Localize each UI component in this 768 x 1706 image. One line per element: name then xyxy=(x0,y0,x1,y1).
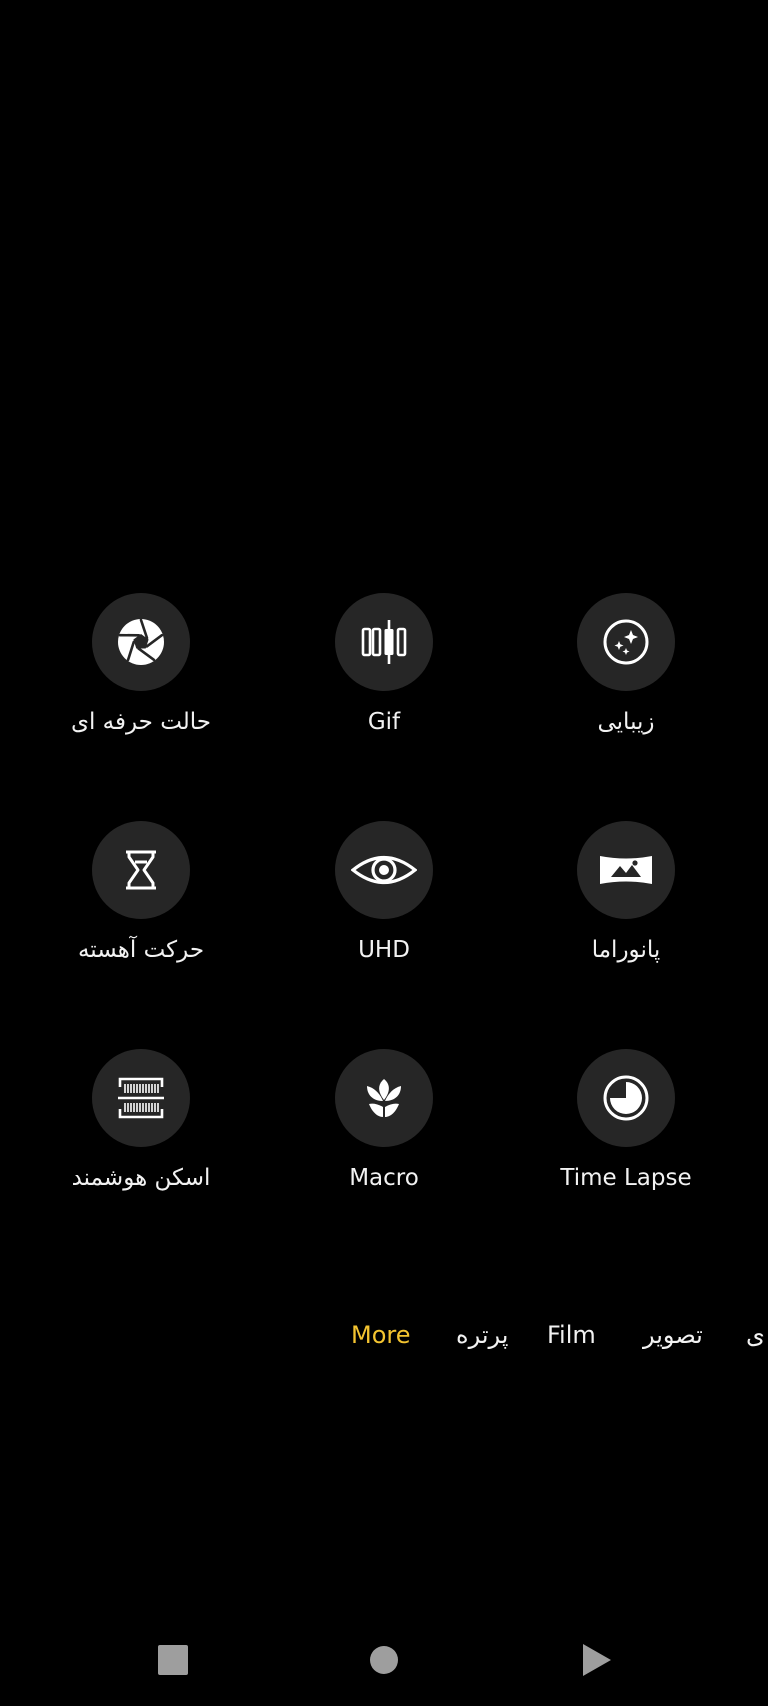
beauty-sparkle-icon xyxy=(603,619,649,665)
mode-tile-beauty[interactable]: زیبایی xyxy=(526,593,726,783)
mode-panorama-label: پانوراما xyxy=(591,937,661,963)
mode-tile-panorama[interactable]: پانوراما xyxy=(526,821,726,1011)
mode-strip-beauty-partial[interactable]: ی xyxy=(746,1313,765,1357)
mode-tile-uhd[interactable]: UHD xyxy=(284,821,484,1011)
mode-scan-button[interactable] xyxy=(92,1049,190,1147)
recents-button[interactable] xyxy=(143,1630,203,1690)
mode-scan-label: اسکن هوشمند xyxy=(71,1165,211,1191)
mode-beauty-button[interactable] xyxy=(577,593,675,691)
mode-slowmo-label: حرکت آهسته xyxy=(77,937,205,963)
flower-icon xyxy=(367,1079,401,1117)
mode-timelapse-label: Time Lapse xyxy=(560,1165,692,1191)
aperture-icon xyxy=(118,618,164,665)
mode-strip-photo[interactable]: تصویر xyxy=(643,1313,703,1357)
mode-macro-button[interactable] xyxy=(335,1049,433,1147)
camera-mode-strip: More پرتره Film تصویر ی xyxy=(0,1313,768,1357)
mode-pro-button[interactable] xyxy=(92,593,190,691)
mode-gif-label: Gif xyxy=(367,709,401,735)
mode-strip-portrait[interactable]: پرتره xyxy=(456,1313,508,1357)
hourglass-icon xyxy=(126,850,156,890)
gif-film-icon xyxy=(361,620,407,664)
eye-icon xyxy=(351,856,417,884)
system-navigation-bar xyxy=(0,1630,768,1690)
mode-slowmo-button[interactable] xyxy=(92,821,190,919)
mode-tile-pro[interactable]: حالت حرفه ای xyxy=(41,593,241,783)
mode-tile-timelapse[interactable]: Time Lapse xyxy=(526,1049,726,1239)
square-icon xyxy=(158,1645,188,1675)
mode-tile-gif[interactable]: Gif xyxy=(284,593,484,783)
home-button[interactable] xyxy=(354,1630,414,1690)
mode-gif-button[interactable] xyxy=(335,593,433,691)
mode-uhd-label: UHD xyxy=(358,937,410,963)
mode-tile-slowmo[interactable]: حرکت آهسته xyxy=(41,821,241,1011)
back-button[interactable] xyxy=(567,1630,627,1690)
mode-strip-film[interactable]: Film xyxy=(547,1313,596,1357)
timer-icon xyxy=(603,1075,649,1121)
mode-beauty-label: زیبایی xyxy=(597,709,655,735)
mode-strip-more[interactable]: More xyxy=(351,1313,411,1357)
mode-uhd-button[interactable] xyxy=(335,821,433,919)
mode-tile-scan[interactable]: اسکن هوشمند xyxy=(41,1049,241,1239)
mode-macro-label: Macro xyxy=(349,1165,419,1191)
mode-panorama-button[interactable] xyxy=(577,821,675,919)
mode-tile-macro[interactable]: Macro xyxy=(284,1049,484,1239)
panorama-icon xyxy=(600,856,652,884)
camera-mode-grid: حالت حرفه ای Gif زیبایی حرکت آهسته UHD پ… xyxy=(0,593,768,1243)
triangle-icon xyxy=(583,1644,611,1676)
circle-icon xyxy=(370,1646,398,1674)
mode-timelapse-button[interactable] xyxy=(577,1049,675,1147)
scan-icon xyxy=(118,1077,164,1119)
mode-pro-label: حالت حرفه ای xyxy=(70,709,212,735)
